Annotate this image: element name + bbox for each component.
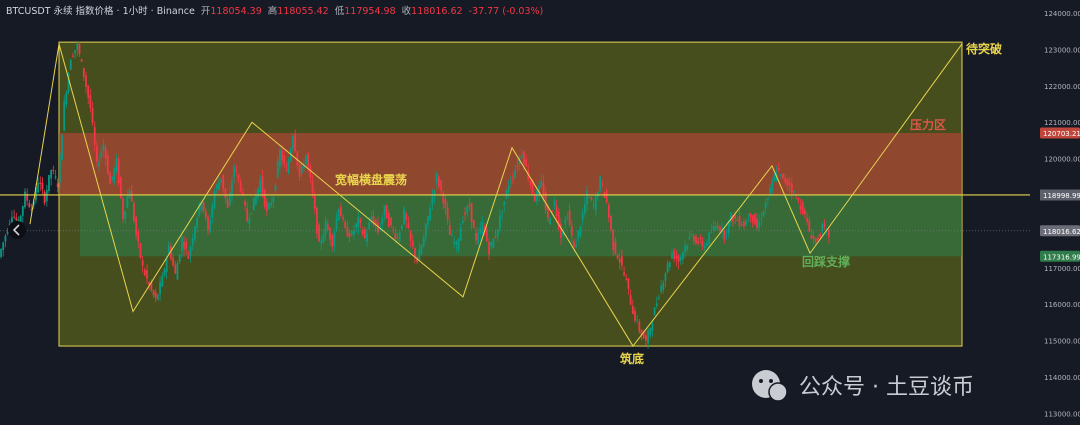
candle bbox=[133, 200, 135, 223]
candle bbox=[653, 306, 656, 316]
candle bbox=[252, 197, 255, 211]
price-tag: 118998.99 bbox=[1040, 189, 1080, 201]
candle bbox=[41, 177, 44, 194]
y-tick-label: 123000.00 bbox=[1044, 46, 1080, 54]
candle bbox=[156, 293, 159, 301]
candle bbox=[0, 248, 2, 259]
price-axis bbox=[1030, 0, 1080, 425]
candle bbox=[54, 170, 57, 180]
candle bbox=[52, 165, 55, 175]
price-tag: 117316.99 bbox=[1040, 250, 1080, 262]
candle bbox=[69, 58, 72, 70]
annotation-resistance: 压力区 bbox=[910, 117, 946, 132]
candle bbox=[472, 219, 475, 228]
candle bbox=[48, 175, 50, 194]
candle bbox=[753, 213, 756, 225]
annotation-bottom: 筑底 bbox=[620, 351, 644, 366]
annotation-support: 回踩支撑 bbox=[802, 254, 850, 269]
candle bbox=[139, 242, 142, 260]
price-tag-label: 117316.99 bbox=[1043, 253, 1080, 261]
candle bbox=[194, 225, 196, 242]
candlestick-chart[interactable]: 113000.00 114000.00 115000.00 116000.00 1170… bbox=[0, 0, 1080, 425]
y-tick-label: 124000.00 bbox=[1044, 10, 1080, 18]
candle bbox=[43, 189, 46, 206]
candle bbox=[50, 169, 53, 186]
price-tag: 120703.21 bbox=[1040, 127, 1080, 139]
candle bbox=[4, 233, 7, 248]
candle bbox=[45, 184, 48, 207]
candle bbox=[15, 212, 18, 223]
candle bbox=[305, 154, 307, 166]
y-tick-label: 122000.00 bbox=[1044, 83, 1080, 91]
price-tag: 118016.62 bbox=[1040, 225, 1080, 237]
y-tick-label: 114000.00 bbox=[1044, 374, 1080, 382]
candle bbox=[385, 204, 388, 219]
candle bbox=[13, 209, 16, 219]
candle bbox=[122, 195, 124, 223]
y-tick-label: 117000.00 bbox=[1044, 265, 1080, 273]
price-tag-label: 120703.21 bbox=[1043, 130, 1080, 138]
candle bbox=[263, 188, 266, 210]
price-tag-label: 118016.62 bbox=[1043, 228, 1080, 236]
watermark-text: 公众号 · 土豆谈币 bbox=[799, 375, 974, 400]
scroll-left-button[interactable] bbox=[8, 221, 26, 239]
candle bbox=[24, 188, 26, 209]
candle bbox=[28, 199, 31, 208]
y-tick-label: 121000.00 bbox=[1044, 119, 1080, 127]
candle bbox=[599, 175, 602, 193]
candle bbox=[119, 176, 122, 200]
y-tick-label: 116000.00 bbox=[1044, 301, 1080, 309]
candle bbox=[610, 215, 612, 233]
candle bbox=[56, 178, 59, 193]
candle bbox=[316, 206, 318, 239]
price-tag-label: 118998.99 bbox=[1043, 192, 1080, 200]
candle bbox=[61, 134, 63, 161]
candle bbox=[21, 205, 24, 223]
annotation-range: 宽幅横盘震荡 bbox=[334, 172, 407, 187]
annotation-breakout: 待突破 bbox=[966, 41, 1002, 56]
candle bbox=[2, 241, 5, 257]
candle bbox=[213, 188, 216, 210]
y-tick-label: 115000.00 bbox=[1044, 338, 1080, 346]
y-tick-label: 113000.00 bbox=[1044, 410, 1080, 418]
candle bbox=[318, 222, 321, 242]
candle bbox=[26, 188, 29, 206]
candle bbox=[492, 238, 495, 249]
candle bbox=[39, 176, 42, 192]
watermark: 公众号 · 土豆谈币 bbox=[752, 370, 974, 402]
candle bbox=[117, 156, 120, 187]
candle bbox=[337, 208, 340, 222]
y-tick-label: 120000.00 bbox=[1044, 156, 1080, 164]
